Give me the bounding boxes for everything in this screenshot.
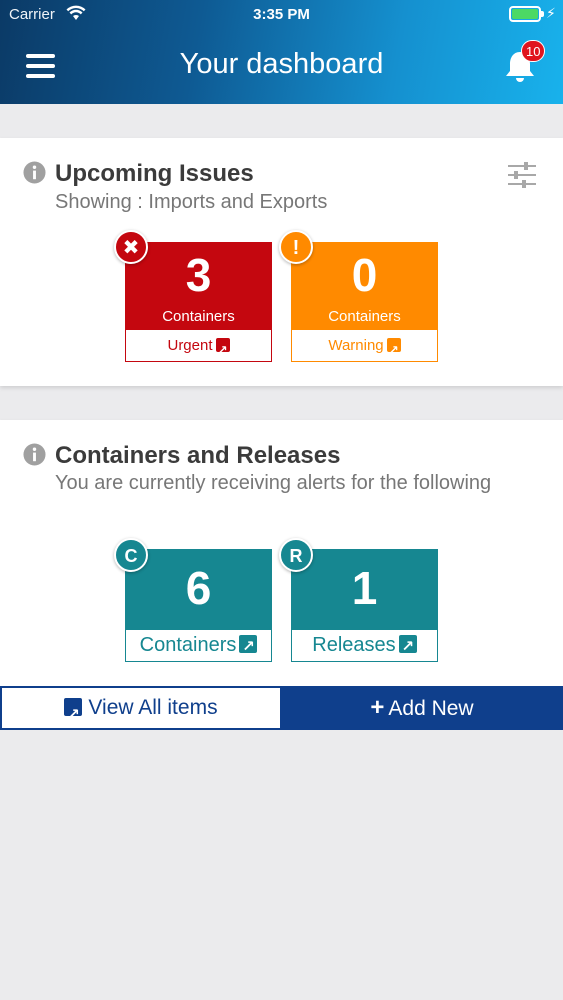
info-icon[interactable] — [23, 443, 46, 466]
close-x-icon: ✖ — [114, 230, 148, 264]
urgent-tile[interactable]: 3 Containers Urgent — [125, 242, 272, 366]
battery-tip — [541, 11, 544, 17]
status-time: 3:35 PM — [253, 6, 310, 23]
status-bar: Carrier 3:35 PM ⚡ — [0, 0, 563, 30]
containers-tile-body: 6 — [125, 549, 272, 629]
containers-releases-card: Containers and Releases You are currentl… — [0, 420, 563, 686]
containers-footer-label: Containers — [139, 634, 237, 656]
exclamation-icon: ! — [279, 230, 313, 264]
containers-count: 6 — [185, 562, 212, 614]
info-icon[interactable] — [23, 161, 46, 184]
warning-label: Containers — [328, 308, 401, 325]
warning-tile[interactable]: 0 Containers Warning — [291, 242, 438, 366]
notification-count-badge: 10 — [521, 40, 546, 62]
add-new-button[interactable]: + Add New — [281, 686, 563, 730]
containers-tile[interactable]: 6 Containers — [125, 549, 272, 669]
containers-letter-badge: C — [114, 538, 148, 572]
releases-tile[interactable]: 1 Releases — [291, 549, 438, 669]
warning-footer-label: Warning — [328, 337, 384, 354]
warning-tile-body: 0 Containers — [291, 242, 438, 329]
containers-footer-link[interactable]: Containers — [125, 629, 272, 662]
external-link-icon — [239, 632, 258, 662]
page-title: Your dashboard — [179, 48, 384, 80]
containers-releases-subtitle: You are currently receiving alerts for t… — [55, 472, 492, 494]
releases-footer-label: Releases — [312, 634, 396, 656]
releases-count: 1 — [351, 562, 378, 614]
urgent-footer-link[interactable]: Urgent — [125, 329, 272, 366]
add-new-label: Add New — [388, 697, 474, 720]
urgent-tile-body: 3 Containers — [125, 242, 272, 329]
view-all-label: View All items — [88, 696, 218, 719]
urgent-footer-label: Urgent — [167, 337, 213, 354]
urgent-count: 3 — [185, 249, 212, 301]
app-header: Carrier 3:35 PM ⚡ Your dashboard 10 — [0, 0, 563, 104]
external-link-icon — [386, 335, 401, 366]
releases-tile-body: 1 — [291, 549, 438, 629]
releases-letter-badge: R — [279, 538, 313, 572]
external-link-icon — [64, 695, 83, 735]
containers-releases-title: Containers and Releases — [55, 442, 341, 469]
battery-icon — [509, 6, 541, 22]
filter-sliders-icon[interactable] — [508, 162, 536, 188]
warning-count: 0 — [351, 249, 378, 301]
plus-icon: + — [370, 694, 385, 721]
upcoming-issues-card: Upcoming Issues Showing : Imports and Ex… — [0, 138, 563, 386]
upcoming-issues-title: Upcoming Issues — [55, 160, 254, 187]
charging-icon: ⚡ — [546, 5, 556, 21]
external-link-icon — [398, 632, 417, 662]
external-link-icon — [215, 335, 230, 366]
releases-footer-link[interactable]: Releases — [291, 629, 438, 662]
upcoming-issues-subtitle: Showing : Imports and Exports — [55, 191, 328, 213]
warning-footer-link[interactable]: Warning — [291, 329, 438, 366]
view-all-items-button[interactable]: View All items — [0, 686, 282, 735]
urgent-label: Containers — [162, 308, 235, 325]
